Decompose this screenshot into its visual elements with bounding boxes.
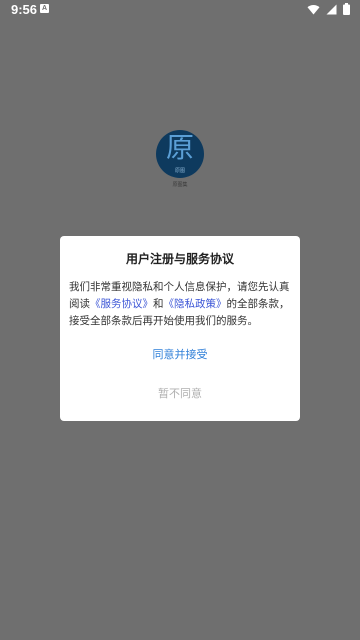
logo-char: 原 <box>165 131 194 164</box>
notification-icon: A <box>40 4 49 13</box>
wifi-icon <box>307 4 320 14</box>
logo-icon: 原 原图 <box>156 130 204 178</box>
logo-caption: 原图集 <box>172 182 188 188</box>
app-logo: 原 原图 原图集 <box>154 130 206 192</box>
body-text-2: 和 <box>153 298 164 310</box>
logo-sub: 原图 <box>174 168 185 174</box>
dialog-title: 用户注册与服务协议 <box>125 252 234 266</box>
dialog-body: 我们非常重视隐私和个人信息保护，请您先认真阅读《服务协议》和《隐私政策》的全部条… <box>69 279 295 330</box>
status-time: 9:56 <box>11 2 38 17</box>
agree-button[interactable]: 同意并接受 <box>60 345 300 365</box>
disagree-button[interactable]: 暂不同意 <box>60 384 300 404</box>
status-icons <box>307 3 350 15</box>
battery-icon <box>343 3 350 15</box>
screen: 9:56 A 原 原图 原图集 用户注册与服务协议 我们非常重视隐私和个人信息保… <box>0 0 360 640</box>
privacy-policy-link[interactable]: 《隐私政策》 <box>164 298 227 310</box>
signal-icon <box>326 4 337 14</box>
agreement-dialog: 用户注册与服务协议 我们非常重视隐私和个人信息保护，请您先认真阅读《服务协议》和… <box>60 236 300 421</box>
status-bar: 9:56 A <box>0 0 360 20</box>
service-agreement-link[interactable]: 《服务协议》 <box>90 298 153 310</box>
